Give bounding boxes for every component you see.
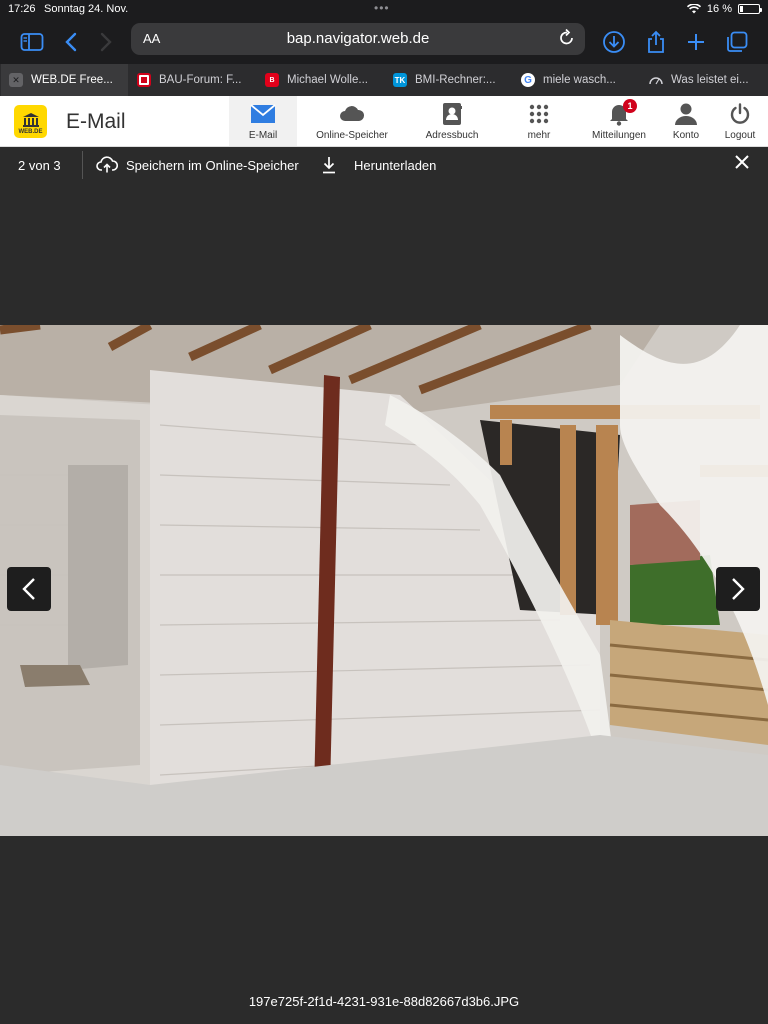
share-icon[interactable] [642,28,670,56]
battery-icon [738,4,762,14]
chevron-left-icon [22,578,35,600]
user-icon [675,103,697,125]
status-bar: 17:26 Sonntag 24. Nov. ••• 16 % [0,0,768,20]
save-label: Speichern im Online-Speicher [126,157,299,173]
attachment-image [0,325,768,836]
sidebar-icon[interactable] [18,28,46,56]
tabs-overview-icon[interactable] [723,28,751,56]
divider [82,151,83,179]
tab-label: WEB.DE Free... [31,74,113,86]
tab-bau-forum[interactable]: BAU-Forum: F... [128,64,256,96]
chevron-right-icon [732,578,745,600]
tab-was-leistet[interactable]: Was leistet ei... [640,64,768,96]
tab-label: BAU-Forum: F... [159,74,242,86]
cloud-icon [340,106,365,121]
previous-image-button[interactable] [7,567,51,611]
cloud-upload-icon [96,156,118,173]
address-bar[interactable]: AA bap.navigator.web.de [131,23,585,55]
nav-online-speicher[interactable]: Online-Speicher [307,96,397,146]
downloads-icon[interactable] [600,28,628,56]
back-icon[interactable] [57,28,85,56]
power-icon [730,103,750,124]
new-tab-icon[interactable] [682,28,710,56]
logo-text: WEB.DE [18,129,43,135]
nav-mitteilungen[interactable]: Mitteilungen 1 [586,96,652,146]
nav-label: Adressbuch [425,130,479,141]
save-to-cloud-button[interactable]: Speichern im Online-Speicher [96,156,299,174]
notification-badge: 1 [623,99,637,113]
tab-miele[interactable]: G miele wasch... [512,64,640,96]
gauge-favicon [649,73,663,87]
multitasking-dots-icon[interactable]: ••• [374,1,390,15]
nav-label: E-Mail [248,130,278,141]
tk-favicon: TK [393,73,407,87]
wifi-icon [686,4,701,14]
page-title: E-Mail [66,110,126,133]
download-label: Herunterladen [354,157,437,173]
attachment-position: 2 von 3 [18,158,61,173]
tab-label: Was leistet ei... [671,74,749,86]
reload-icon[interactable] [559,28,575,51]
url-text[interactable]: bap.navigator.web.de [131,30,585,47]
download-icon [323,157,335,174]
google-favicon: G [521,73,535,87]
webde-logo[interactable]: WEB.DE [14,105,47,138]
grid-icon [529,104,549,124]
tab-michael-wolle[interactable]: B Michael Wolle... [256,64,384,96]
tab-label: Michael Wolle... [287,74,368,86]
status-date: Sonntag 24. Nov. [44,3,129,15]
nav-label: Logout [724,130,756,141]
status-time: 17:26 [8,3,36,15]
tab-label: BMI-Rechner:... [415,74,496,86]
tab-label: miele wasch... [543,74,616,86]
nav-email[interactable]: E-Mail [229,96,297,146]
nav-mehr[interactable]: mehr [514,96,564,146]
nav-label: Mitteilungen [592,130,646,141]
attachment-filename: 197e725f-2f1d-4231-931e-88d82667d3b6.JPG [248,994,520,1009]
tab-webde[interactable]: ✕ WEB.DE Free... [0,64,128,96]
browser-toolbar: AA bap.navigator.web.de [0,20,768,64]
bau-forum-favicon [137,73,151,87]
webde-temple-icon [22,113,39,127]
nav-label: mehr [527,130,551,141]
bild-favicon: B [265,73,279,87]
close-viewer-icon[interactable] [734,153,750,176]
attachment-viewer-toolbar: 2 von 3 Speichern im Online-Speicher Her… [0,147,768,184]
webde-header: WEB.DE E-Mail E-Mail Online-Speicher Adr… [0,96,768,147]
mail-icon [250,104,276,123]
addressbook-icon [443,103,462,125]
tab-bar: ✕ WEB.DE Free... BAU-Forum: F... B Micha… [0,64,768,96]
nav-label: Online-Speicher [316,130,388,141]
nav-logout[interactable]: Logout [718,96,762,146]
battery-percentage: 16 % [706,3,732,15]
nav-adressbuch[interactable]: Adressbuch [419,96,485,146]
nav-label: Konto [672,130,700,141]
close-tab-icon[interactable]: ✕ [9,73,23,87]
next-image-button[interactable] [716,567,760,611]
nav-konto[interactable]: Konto [664,96,708,146]
tab-bmi-rechner[interactable]: TK BMI-Rechner:... [384,64,512,96]
forward-icon[interactable] [92,28,120,56]
download-button[interactable]: Herunterladen [322,156,436,174]
